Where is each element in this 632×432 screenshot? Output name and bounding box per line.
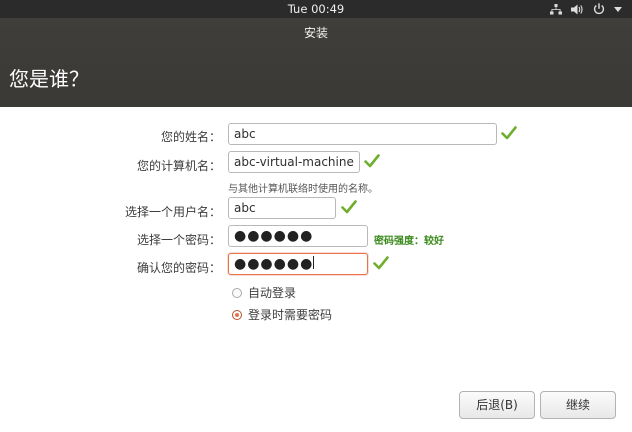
username-valid-check-icon (341, 200, 357, 214)
name-valid-check-icon (501, 126, 517, 140)
radio-auto-login[interactable]: 自动登录 (232, 284, 296, 301)
chevron-down-icon[interactable] (614, 6, 622, 12)
name-label: 您的姓名： (160, 130, 221, 144)
radio-require-password-label: 登录时需要密码 (248, 308, 333, 322)
password-field[interactable]: ●●●●●● (228, 225, 368, 247)
username-label: 选择一个用户名： (124, 205, 221, 219)
name-field[interactable] (228, 123, 497, 145)
back-button[interactable]: 后退(B) (459, 391, 535, 419)
radio-auto-login-indicator[interactable] (232, 287, 242, 298)
system-tray (550, 0, 622, 18)
password-strength: 密码强度：较好 (374, 236, 444, 247)
top-bar: Tue 00:49 (0, 0, 632, 18)
window-title: 安装 (303, 26, 328, 40)
confirm-password-valid-check-icon (373, 256, 389, 270)
computer-name-valid-check-icon (364, 154, 380, 168)
computer-name-hint: 与其他计算机联络时使用的名称。 (228, 184, 378, 195)
continue-button[interactable]: 继续 (540, 391, 616, 419)
text-cursor (313, 256, 315, 269)
computer-name-label: 您的计算机名： (136, 159, 221, 173)
network-icon[interactable] (550, 3, 562, 15)
confirm-password-field[interactable]: ●●●●●● (228, 253, 368, 275)
password-label: 选择一个密码： (136, 233, 221, 247)
volume-icon[interactable] (571, 4, 584, 15)
confirm-password-value: ●●●●●● (234, 256, 314, 272)
radio-auto-login-label: 自动登录 (248, 286, 297, 300)
computer-name-field[interactable] (228, 151, 360, 173)
username-field[interactable] (228, 197, 336, 219)
confirm-password-label: 确认您的密码： (136, 261, 221, 275)
window-header: 安装 您是谁？ (0, 18, 632, 107)
radio-require-password-indicator[interactable] (232, 309, 242, 320)
power-icon[interactable] (593, 3, 605, 15)
radio-require-password[interactable]: 登录时需要密码 (232, 306, 332, 323)
clock[interactable]: Tue 00:49 (0, 0, 632, 18)
page-title: 您是谁？ (9, 67, 89, 91)
